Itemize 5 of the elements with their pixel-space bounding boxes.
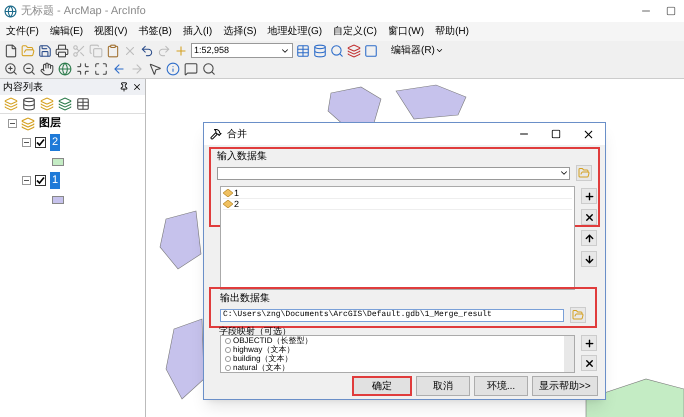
panel-title: 内容列表 (3, 80, 43, 94)
window-title: 无标题 - ArcMap - ArcInfo (21, 4, 147, 19)
dialog-title: 合并 (227, 128, 248, 142)
field-label: 输出数据集 (220, 292, 271, 306)
field-label: 输入数据集 (217, 150, 268, 164)
